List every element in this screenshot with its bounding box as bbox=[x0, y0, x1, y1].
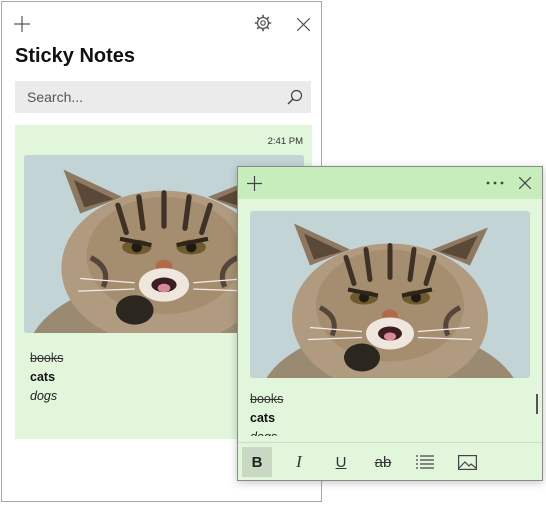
underline-button[interactable]: U bbox=[326, 447, 356, 477]
editor-cat-image[interactable] bbox=[250, 211, 530, 378]
more-icon bbox=[486, 181, 504, 185]
editor-text-area[interactable]: books cats dogs bbox=[250, 390, 530, 436]
close-button[interactable] bbox=[292, 13, 314, 35]
bullet-list-button[interactable] bbox=[410, 447, 440, 477]
bold-button[interactable]: B bbox=[242, 447, 272, 477]
search-box[interactable] bbox=[15, 81, 311, 113]
note-line-bold: cats bbox=[30, 370, 56, 384]
gear-icon bbox=[254, 14, 272, 32]
editor-line-strikethrough: books bbox=[250, 392, 284, 406]
close-icon bbox=[519, 177, 531, 189]
add-image-button[interactable] bbox=[452, 447, 482, 477]
note-editor-window: books cats dogs B I U ab bbox=[237, 166, 543, 481]
close-icon bbox=[296, 17, 310, 31]
note-line-italic: dogs bbox=[30, 389, 58, 403]
editor-line-italic: dogs bbox=[250, 428, 283, 436]
italic-button[interactable]: I bbox=[284, 447, 314, 477]
app-title: Sticky Notes bbox=[15, 45, 136, 67]
plus-icon bbox=[14, 16, 30, 32]
note-timestamp: 2:41 PM bbox=[267, 136, 303, 147]
formatting-toolbar: B I U ab bbox=[238, 442, 542, 480]
editor-scrollbar[interactable] bbox=[536, 394, 538, 414]
search-input[interactable] bbox=[15, 81, 275, 113]
editor-title-bar[interactable] bbox=[238, 167, 542, 199]
bullet-list-icon bbox=[416, 455, 434, 469]
image-icon bbox=[457, 454, 477, 470]
editor-close-button[interactable] bbox=[516, 174, 534, 192]
menu-button[interactable] bbox=[484, 174, 506, 192]
strikethrough-button[interactable]: ab bbox=[368, 447, 398, 477]
editor-new-note-button[interactable] bbox=[245, 174, 263, 192]
editor-content: books cats dogs bbox=[250, 390, 283, 436]
plus-icon bbox=[246, 175, 262, 191]
note-content: books cats dogs bbox=[30, 349, 63, 406]
list-title-bar bbox=[2, 2, 321, 46]
note-line-strikethrough: books bbox=[30, 351, 64, 365]
new-note-button[interactable] bbox=[11, 13, 33, 35]
settings-button[interactable] bbox=[252, 12, 274, 34]
search-icon[interactable] bbox=[287, 89, 303, 105]
editor-line-bold: cats bbox=[250, 411, 276, 425]
